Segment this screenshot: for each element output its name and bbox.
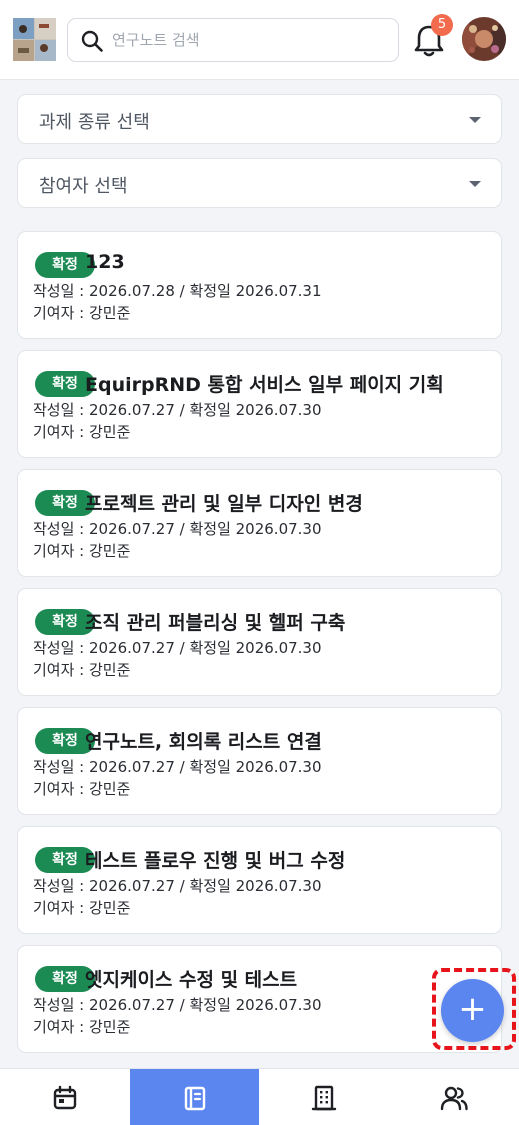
participant-select-label: 참여자 선택 (39, 176, 128, 197)
note-title: EquirpRND 통합 서비스 일부 페이지 기획 (85, 374, 444, 396)
note-title: 프로젝트 관리 및 일부 디자인 변경 (85, 493, 363, 515)
research-note-card[interactable]: 확정 조직 관리 퍼블리싱 및 헬퍼 구축 작성일 : 2026.07.27 /… (17, 588, 502, 696)
add-note-button[interactable]: + (441, 979, 504, 1042)
note-dates: 작성일 : 2026.07.27 / 확정일 2026.07.30 (33, 639, 322, 657)
research-note-card[interactable]: 확정 123 작성일 : 2026.07.28 / 확정일 2026.07.31… (17, 231, 502, 339)
research-note-card[interactable]: 확정 엣지케이스 수정 및 테스트 작성일 : 2026.07.27 / 확정일… (17, 945, 502, 1053)
project-type-select-label: 과제 종류 선택 (39, 112, 150, 133)
research-note-card[interactable]: 확정 EquirpRND 통합 서비스 일부 페이지 기획 작성일 : 2026… (17, 350, 502, 458)
calendar-icon (53, 1085, 76, 1109)
search-bar[interactable] (67, 18, 399, 62)
note-dates: 작성일 : 2026.07.27 / 확정일 2026.07.30 (33, 401, 322, 419)
nav-calendar[interactable] (0, 1069, 129, 1125)
note-dates: 작성일 : 2026.07.28 / 확정일 2026.07.31 (33, 282, 322, 300)
note-contributor: 기여자 : 강민준 (33, 542, 131, 560)
note-dates: 작성일 : 2026.07.27 / 확정일 2026.07.30 (33, 996, 322, 1014)
note-dates: 작성일 : 2026.07.27 / 확정일 2026.07.30 (33, 877, 322, 895)
chevron-down-icon (469, 117, 481, 123)
app-logo[interactable] (13, 18, 56, 61)
research-note-card[interactable]: 확정 테스트 플로우 진행 및 버그 수정 작성일 : 2026.07.27 /… (17, 826, 502, 934)
research-note-card[interactable]: 확정 연구노트, 회의록 리스트 연결 작성일 : 2026.07.27 / 확… (17, 707, 502, 815)
note-title: 테스트 플로우 진행 및 버그 수정 (85, 850, 346, 872)
search-icon (81, 30, 103, 52)
notification-count-badge: 5 (431, 14, 453, 36)
top-app-bar: 5 (0, 0, 519, 80)
note-contributor: 기여자 : 강민준 (33, 423, 131, 441)
note-title: 123 (85, 251, 125, 273)
nav-organization[interactable] (259, 1069, 388, 1125)
building-icon (311, 1085, 336, 1110)
plus-icon: + (458, 989, 487, 1029)
avatar[interactable] (462, 17, 506, 61)
participant-select[interactable]: 참여자 선택 (17, 158, 502, 208)
note-dates: 작성일 : 2026.07.27 / 확정일 2026.07.30 (33, 520, 322, 538)
chevron-down-icon (469, 181, 481, 187)
notebook-icon (184, 1086, 205, 1110)
note-dates: 작성일 : 2026.07.27 / 확정일 2026.07.30 (33, 758, 322, 776)
note-contributor: 기여자 : 강민준 (33, 1018, 131, 1036)
note-title: 연구노트, 회의록 리스트 연결 (85, 731, 322, 753)
note-contributor: 기여자 : 강민준 (33, 780, 131, 798)
note-title: 엣지케이스 수정 및 테스트 (85, 969, 298, 991)
research-note-card[interactable]: 확정 프로젝트 관리 및 일부 디자인 변경 작성일 : 2026.07.27 … (17, 469, 502, 577)
project-type-select[interactable]: 과제 종류 선택 (17, 94, 502, 144)
bottom-navigation (0, 1068, 519, 1125)
note-title: 조직 관리 퍼블리싱 및 헬퍼 구축 (85, 612, 346, 634)
users-icon (440, 1086, 468, 1110)
nav-members[interactable] (389, 1069, 519, 1125)
nav-research-notes[interactable] (130, 1069, 259, 1125)
search-input[interactable] (112, 25, 382, 55)
note-contributor: 기여자 : 강민준 (33, 661, 131, 679)
note-contributor: 기여자 : 강민준 (33, 899, 131, 917)
note-contributor: 기여자 : 강민준 (33, 304, 131, 322)
